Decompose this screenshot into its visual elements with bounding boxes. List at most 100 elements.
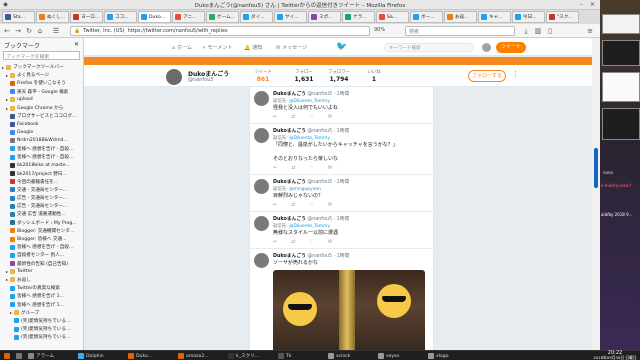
retweet-icon[interactable]: ⇄ [291, 202, 295, 208]
tweet[interactable]: Dukoまんごう @nanfou5 · 1時間 返信先: @Diluente_To… [250, 87, 433, 124]
browser-tab[interactable]: お返... [444, 11, 477, 23]
tweet-avatar[interactable] [254, 179, 269, 194]
expand-arrow-icon[interactable]: ▸ [6, 106, 8, 111]
browser-tab[interactable]: Duko... [138, 11, 171, 23]
retweet-icon[interactable]: ⇄ [291, 239, 295, 245]
bookmark-item[interactable]: (笑)愛情気持ちでいる... [0, 325, 83, 333]
bookmark-item[interactable]: 広告 - 交通局センター... [0, 194, 83, 202]
profile-stat[interactable]: ツイート 861 [248, 69, 278, 83]
taskbar-item[interactable]: k_スクリ... [228, 352, 259, 360]
browser-tab[interactable]: ダイ... [240, 11, 273, 23]
nav-messages[interactable]: ✉ メッセージ [276, 44, 307, 52]
tweet-author-name[interactable]: Dukoまんごう [273, 129, 306, 134]
download-icon[interactable]: ⤓ [522, 27, 530, 35]
dm-icon[interactable]: ✉ [328, 165, 332, 171]
taskbar-item[interactable]: amazo2... [178, 352, 209, 360]
reload-icon[interactable]: ↻ [25, 27, 33, 35]
close-icon[interactable]: ✕ [589, 1, 596, 8]
bookmark-search-input[interactable]: ブックマークを検索 [3, 51, 80, 60]
reply-to-link[interactable]: @mingupyoon [289, 187, 321, 192]
bookmark-folder[interactable]: ▸ よく見るページ [0, 71, 83, 79]
bookmark-item[interactable]: 交通 - 交通局センター... [0, 186, 83, 194]
library-icon[interactable]: ▥ [534, 27, 542, 35]
dm-icon[interactable]: ✉ [328, 239, 332, 245]
desktop-window[interactable] [602, 72, 640, 102]
tweet-author-name[interactable]: Dukoまんごう [273, 92, 306, 97]
tweet-author-name[interactable]: Dukoまんごう [273, 180, 306, 185]
follow-button[interactable]: フォローする [468, 70, 506, 82]
reply-icon[interactable]: ↩ [273, 165, 277, 171]
reply-icon[interactable]: ↩ [273, 114, 277, 120]
tweet-avatar[interactable] [254, 128, 269, 143]
browser-tab[interactable]: サイ... [274, 11, 307, 23]
bookmark-item[interactable]: (笑)愛情気持ちでいる... [0, 317, 83, 325]
minimize-icon[interactable]: – [578, 1, 585, 8]
url-bar[interactable]: 🔒 Twitter, Inc. (US) https://twitter.com/… [70, 26, 370, 36]
reply-to-link[interactable]: @Diluente_Tommy [289, 99, 330, 104]
taskbar-item[interactable]: Dolphin [78, 352, 104, 360]
bookmark-item[interactable]: 皆様へ 感想を告げ - 自殺... [0, 153, 83, 161]
bookmark-item[interactable]: bk2017/project 野日... [0, 169, 83, 177]
tweet[interactable]: Dukoまんごう @nanfou5 · 1時間 返信先: @Diluente_To… [250, 124, 433, 175]
reply-to-link[interactable]: @Diluente_Tommy [289, 224, 330, 229]
menu-icon[interactable]: ≡ [586, 27, 594, 35]
tweet-author-name[interactable]: Dukoまんごう [273, 217, 306, 222]
bookmark-item[interactable]: Twitterの真実な検索 [0, 284, 83, 292]
tweet-avatar[interactable] [254, 216, 269, 231]
expand-arrow-icon[interactable]: ▸ [6, 97, 8, 102]
tweet-avatar[interactable] [254, 253, 269, 268]
desktop-window[interactable] [602, 14, 640, 34]
tweet[interactable]: Dukoまんごう @nanfou5 · 1時間 返信先: @mingupyoon 目… [250, 175, 433, 212]
bookmark-folder[interactable]: ▸ upload [0, 96, 83, 104]
bookmark-item[interactable]: ブログサービスとココログ... [0, 112, 83, 120]
reply-icon[interactable]: ↩ [273, 202, 277, 208]
profile-stat[interactable]: フォロー 1,631 [289, 69, 319, 83]
bookmark-item[interactable]: Blogger: 交通機関センタ... [0, 227, 83, 235]
like-icon[interactable]: ♡ [309, 165, 313, 171]
zoom-level[interactable]: 90% [374, 27, 385, 33]
like-icon[interactable]: ♡ [309, 114, 313, 120]
bookmark-item[interactable]: 楽天 森平 - Google 検索 [0, 88, 83, 96]
browser-tab[interactable]: ぬくし... [36, 11, 69, 23]
sidebar-close-icon[interactable]: ✕ [74, 41, 79, 48]
profile-stat[interactable]: フォロワー 1,794 [324, 69, 354, 83]
forward-icon[interactable]: → [14, 27, 22, 35]
nav-notifications[interactable]: 🔔 通知 [244, 44, 262, 52]
browser-tab[interactable]: ココ... [104, 11, 137, 23]
browser-tab[interactable]: ボー... [410, 11, 443, 23]
expand-arrow-icon[interactable]: ▸ [10, 310, 12, 315]
bookmark-item[interactable]: Google [0, 129, 83, 137]
clock[interactable]: 20:22 2018年09月30日 日曜日 [590, 351, 640, 360]
bookmark-item[interactable]: Blogger: 皆様へ 交通... [0, 235, 83, 243]
taskbar-item[interactable]: xeyes [378, 352, 399, 360]
taskbar-item[interactable]: xclock [328, 352, 350, 360]
bookmark-item[interactable]: Nrdrn2018B&Wdrnd... [0, 137, 83, 145]
bookmark-folder[interactable]: ▸ Twitter [0, 268, 83, 276]
dm-icon[interactable]: ✉ [328, 202, 332, 208]
bookmark-folder[interactable]: ▸ グループ [0, 309, 83, 317]
expand-arrow-icon[interactable]: ▸ [6, 269, 8, 274]
tweet[interactable]: Dukoまんごう @nanfou5 · 1時間ソーサが売れるかな↩⇄♡✉ [250, 249, 433, 350]
bookmark-item[interactable]: (笑)愛情気持ちでいる... [0, 333, 83, 341]
tweet-photo[interactable] [273, 270, 425, 350]
taskbar-item[interactable]: Duko... [128, 352, 152, 360]
browser-tab[interactable]: スポ... [308, 11, 341, 23]
my-avatar[interactable] [482, 43, 491, 52]
profile-stat[interactable]: いいね 1 [359, 69, 389, 83]
tweet-avatar[interactable] [254, 91, 269, 106]
retweet-icon[interactable]: ⇄ [291, 114, 295, 120]
sidebar-toggle-icon[interactable]: ▯ [546, 27, 554, 35]
expand-arrow-icon[interactable]: ▸ [6, 277, 8, 282]
bookmark-folder[interactable]: ▸ ブックマークツールバー [0, 63, 83, 71]
browser-tab[interactable]: ゲーム... [206, 11, 239, 23]
like-icon[interactable]: ♡ [309, 202, 313, 208]
retweet-icon[interactable]: ⇄ [291, 165, 295, 171]
tweet-button[interactable]: ツイート [496, 42, 526, 53]
bookmark-item[interactable]: Firefox を使いこなそう [0, 79, 83, 87]
taskbar-item[interactable]: xlogo [428, 352, 449, 360]
reply-to-link[interactable]: @Diluente_Tommy [289, 136, 330, 141]
browser-tab[interactable]: ナラ... [342, 11, 375, 23]
vertical-scrollbar[interactable] [592, 38, 600, 350]
taskbar-item[interactable]: Tk [278, 352, 291, 360]
bookmark-folder[interactable]: ▸ お返し [0, 276, 83, 284]
